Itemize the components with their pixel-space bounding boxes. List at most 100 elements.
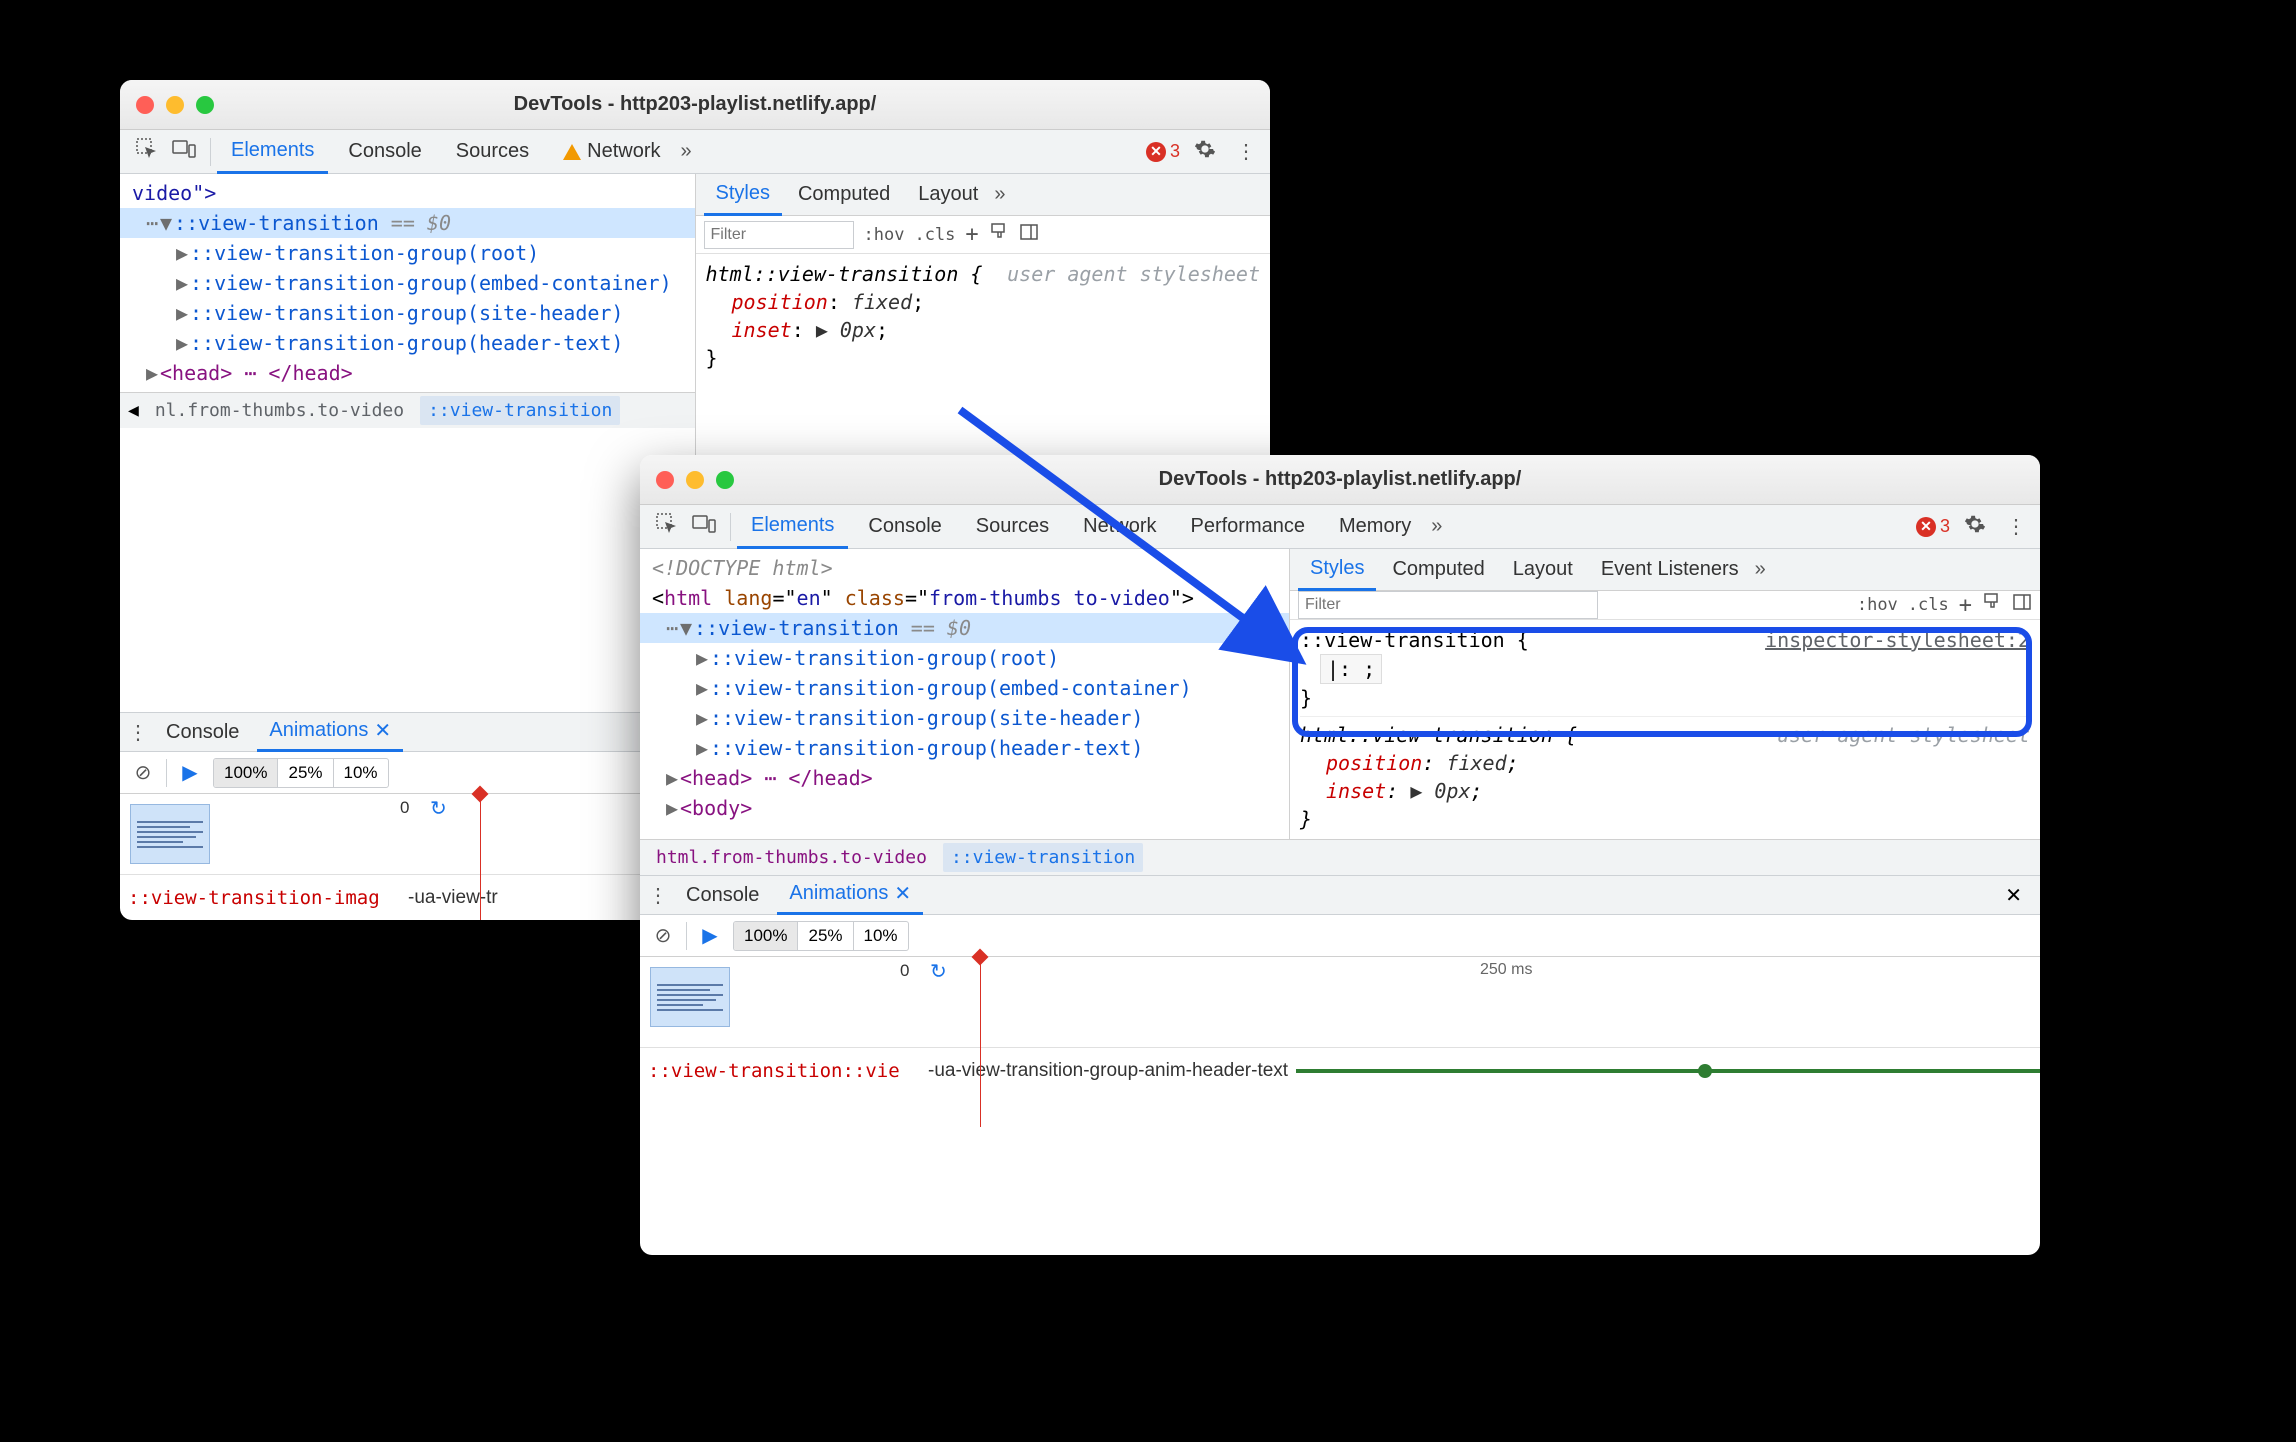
drawer-close-icon[interactable]: ✕ [1995, 883, 2032, 908]
animation-track[interactable]: ::view-transition::vie -ua-view-transiti… [640, 1047, 2040, 1093]
styles-tab-computed[interactable]: Computed [1380, 549, 1496, 591]
gear-icon[interactable] [1186, 138, 1224, 166]
tab-memory[interactable]: Memory [1325, 505, 1425, 549]
dom-group[interactable]: ▶::view-transition-group(header-text) [120, 328, 695, 358]
hov-button[interactable]: :hov [864, 225, 905, 245]
styles-tab-styles[interactable]: Styles [704, 174, 782, 216]
crumb-html[interactable]: html.from-thumbs.to-video [648, 843, 935, 872]
drawer-tab-console[interactable]: Console [674, 875, 771, 915]
tab-network[interactable]: Network [1069, 505, 1170, 549]
clear-icon[interactable]: ⊘ [650, 923, 676, 948]
speed-25[interactable]: 25% [798, 922, 853, 950]
warning-icon [563, 144, 581, 160]
speed-10[interactable]: 10% [854, 922, 908, 950]
cls-button[interactable]: .cls [914, 225, 955, 245]
speed-100[interactable]: 100% [734, 922, 798, 950]
styles-more-icon[interactable]: » [1755, 558, 1766, 581]
dom-head[interactable]: ▶<head> ⋯ </head> [120, 358, 695, 388]
styles-tab-styles[interactable]: Styles [1298, 549, 1376, 591]
dom-group[interactable]: ▶::view-transition-group(embed-container… [640, 673, 1289, 703]
dom-html-open[interactable]: <html lang="en" class="from-thumbs to-vi… [640, 583, 1289, 613]
styles-filter-input[interactable] [704, 221, 854, 249]
close-tab-icon[interactable]: ✕ [374, 718, 391, 743]
more-tabs-icon[interactable]: » [1431, 515, 1442, 538]
tab-sources[interactable]: Sources [962, 505, 1063, 549]
speed-25[interactable]: 25% [278, 759, 333, 787]
gear-icon[interactable] [1956, 513, 1994, 541]
dom-selected[interactable]: ⋯▼::view-transition == $0 [120, 208, 695, 238]
dom-selected[interactable]: ⋯▼::view-transition == $0 [640, 613, 1289, 643]
paint-icon[interactable] [989, 222, 1009, 248]
replay-icon[interactable]: ↻ [930, 959, 947, 984]
drawer-kebab-icon[interactable]: ⋮ [648, 883, 668, 908]
dom-group[interactable]: ▶::view-transition-group(site-header) [640, 703, 1289, 733]
error-count[interactable]: ✕ 3 [1146, 141, 1180, 162]
tab-console[interactable]: Console [334, 130, 435, 174]
css-property[interactable]: inset: ▶ 0px; [706, 316, 1261, 344]
tab-performance[interactable]: Performance [1177, 505, 1320, 549]
crumb-html[interactable]: nl.from-thumbs.to-video [147, 396, 412, 425]
hov-button[interactable]: :hov [1857, 595, 1898, 615]
playhead[interactable] [980, 957, 981, 1127]
crumb-selected[interactable]: ::view-transition [420, 396, 620, 425]
paint-icon[interactable] [1982, 592, 2002, 618]
device-icon[interactable] [172, 139, 196, 165]
close-tab-icon[interactable]: ✕ [894, 881, 911, 906]
kebab-icon[interactable]: ⋮ [2000, 514, 2032, 539]
tab-elements[interactable]: Elements [737, 505, 848, 549]
dom-group[interactable]: ▶::view-transition-group(root) [120, 238, 695, 268]
dom-doctype[interactable]: <!DOCTYPE html> [640, 553, 1289, 583]
dom-group[interactable]: ▶::view-transition-group(site-header) [120, 298, 695, 328]
device-icon[interactable] [692, 514, 716, 540]
dom-group[interactable]: ▶::view-transition-group(embed-container… [120, 268, 695, 298]
more-tabs-icon[interactable]: » [681, 140, 692, 163]
dom-group[interactable]: ▶::view-transition-group(header-text) [640, 733, 1289, 763]
play-icon[interactable]: ▶ [177, 760, 203, 785]
css-property[interactable]: inset: ▶ 0px; [1300, 777, 2030, 805]
replay-icon[interactable]: ↻ [430, 796, 447, 821]
css-property[interactable]: position: fixed; [1300, 749, 2030, 777]
inspect-icon[interactable] [656, 513, 678, 541]
panel-icon[interactable] [1019, 222, 1039, 248]
styles-filter-input[interactable] [1298, 591, 1598, 619]
dom-line[interactable]: video"> [120, 178, 695, 208]
new-rule-button[interactable]: + [965, 222, 978, 247]
cls-button[interactable]: .cls [1908, 595, 1949, 615]
speed-group: 100% 25% 10% [733, 921, 909, 951]
kebab-icon[interactable]: ⋮ [1230, 139, 1262, 164]
drawer-tab-animations[interactable]: Animations ✕ [257, 712, 403, 752]
crumb-selected[interactable]: ::view-transition [943, 843, 1143, 872]
timeline[interactable]: 0 ↻ 250 ms [740, 957, 2040, 1027]
track-lane[interactable] [1296, 1048, 2040, 1093]
styles-more-icon[interactable]: » [994, 183, 1005, 206]
tab-sources[interactable]: Sources [442, 130, 543, 174]
dom-head[interactable]: ▶<head> ⋯ </head> [640, 763, 1289, 793]
speed-100[interactable]: 100% [214, 759, 278, 787]
tab-console[interactable]: Console [854, 505, 955, 549]
animations-toolbar: ⊘ ▶ 100% 25% 10% [640, 915, 2040, 957]
css-property[interactable]: position: fixed; [706, 288, 1261, 316]
dom-body[interactable]: ▶<body> [640, 793, 1289, 823]
animation-thumbnail[interactable] [130, 804, 210, 864]
play-icon[interactable]: ▶ [697, 923, 723, 948]
inspect-icon[interactable] [136, 138, 158, 166]
new-rule-button[interactable]: + [1959, 593, 1972, 618]
styles-tab-layout[interactable]: Layout [1501, 549, 1585, 591]
crumb-prev[interactable]: ◀ [128, 400, 139, 421]
drawer-tab-console[interactable]: Console [154, 712, 251, 752]
speed-10[interactable]: 10% [334, 759, 388, 787]
tab-elements[interactable]: Elements [217, 130, 328, 174]
error-count[interactable]: ✕ 3 [1916, 516, 1950, 537]
styles-tab-computed[interactable]: Computed [786, 174, 902, 216]
drawer-kebab-icon[interactable]: ⋮ [128, 720, 148, 745]
clear-icon[interactable]: ⊘ [130, 760, 156, 785]
styles-tab-layout[interactable]: Layout [906, 174, 990, 216]
animation-thumbnail[interactable] [650, 967, 730, 1027]
dom-group[interactable]: ▶::view-transition-group(root) [640, 643, 1289, 673]
styles-tab-listeners[interactable]: Event Listeners [1589, 549, 1751, 591]
playhead[interactable] [480, 794, 481, 920]
panel-icon[interactable] [2012, 592, 2032, 618]
styles-panel: Styles Computed Layout Event Listeners »… [1290, 549, 2040, 839]
tab-network[interactable]: Network [549, 130, 674, 174]
drawer-tab-animations[interactable]: Animations ✕ [777, 875, 923, 915]
